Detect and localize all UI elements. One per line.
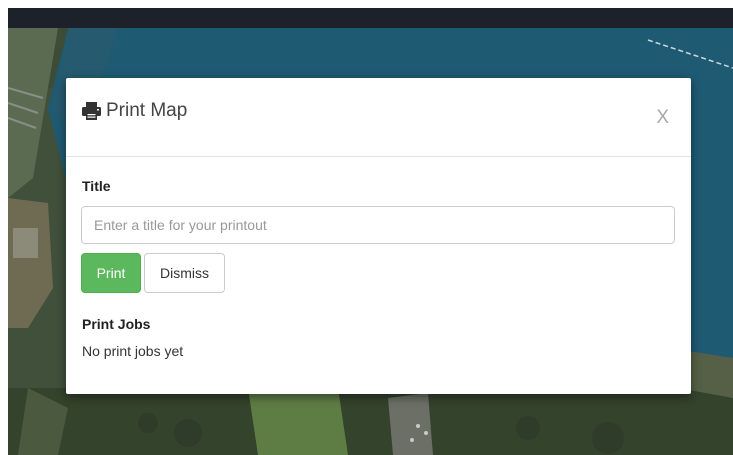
close-icon[interactable]: X [656, 108, 669, 127]
dismiss-button[interactable]: Dismiss [144, 253, 225, 293]
top-bar [8, 8, 733, 28]
print-jobs-heading: Print Jobs [82, 316, 151, 332]
dialog-header: Print Map X [66, 78, 691, 157]
dialog-title-text: Print Map [106, 100, 188, 121]
print-map-dialog: Print Map X Title Print Dismiss Print Jo… [66, 78, 691, 394]
printer-icon [82, 102, 101, 120]
dialog-title: Print Map [82, 100, 187, 122]
app-frame: Print Map X Title Print Dismiss Print Jo… [8, 8, 733, 455]
print-button[interactable]: Print [81, 253, 141, 293]
title-input[interactable] [81, 206, 675, 244]
title-field-label: Title [82, 178, 111, 194]
print-jobs-empty-text: No print jobs yet [82, 343, 184, 359]
